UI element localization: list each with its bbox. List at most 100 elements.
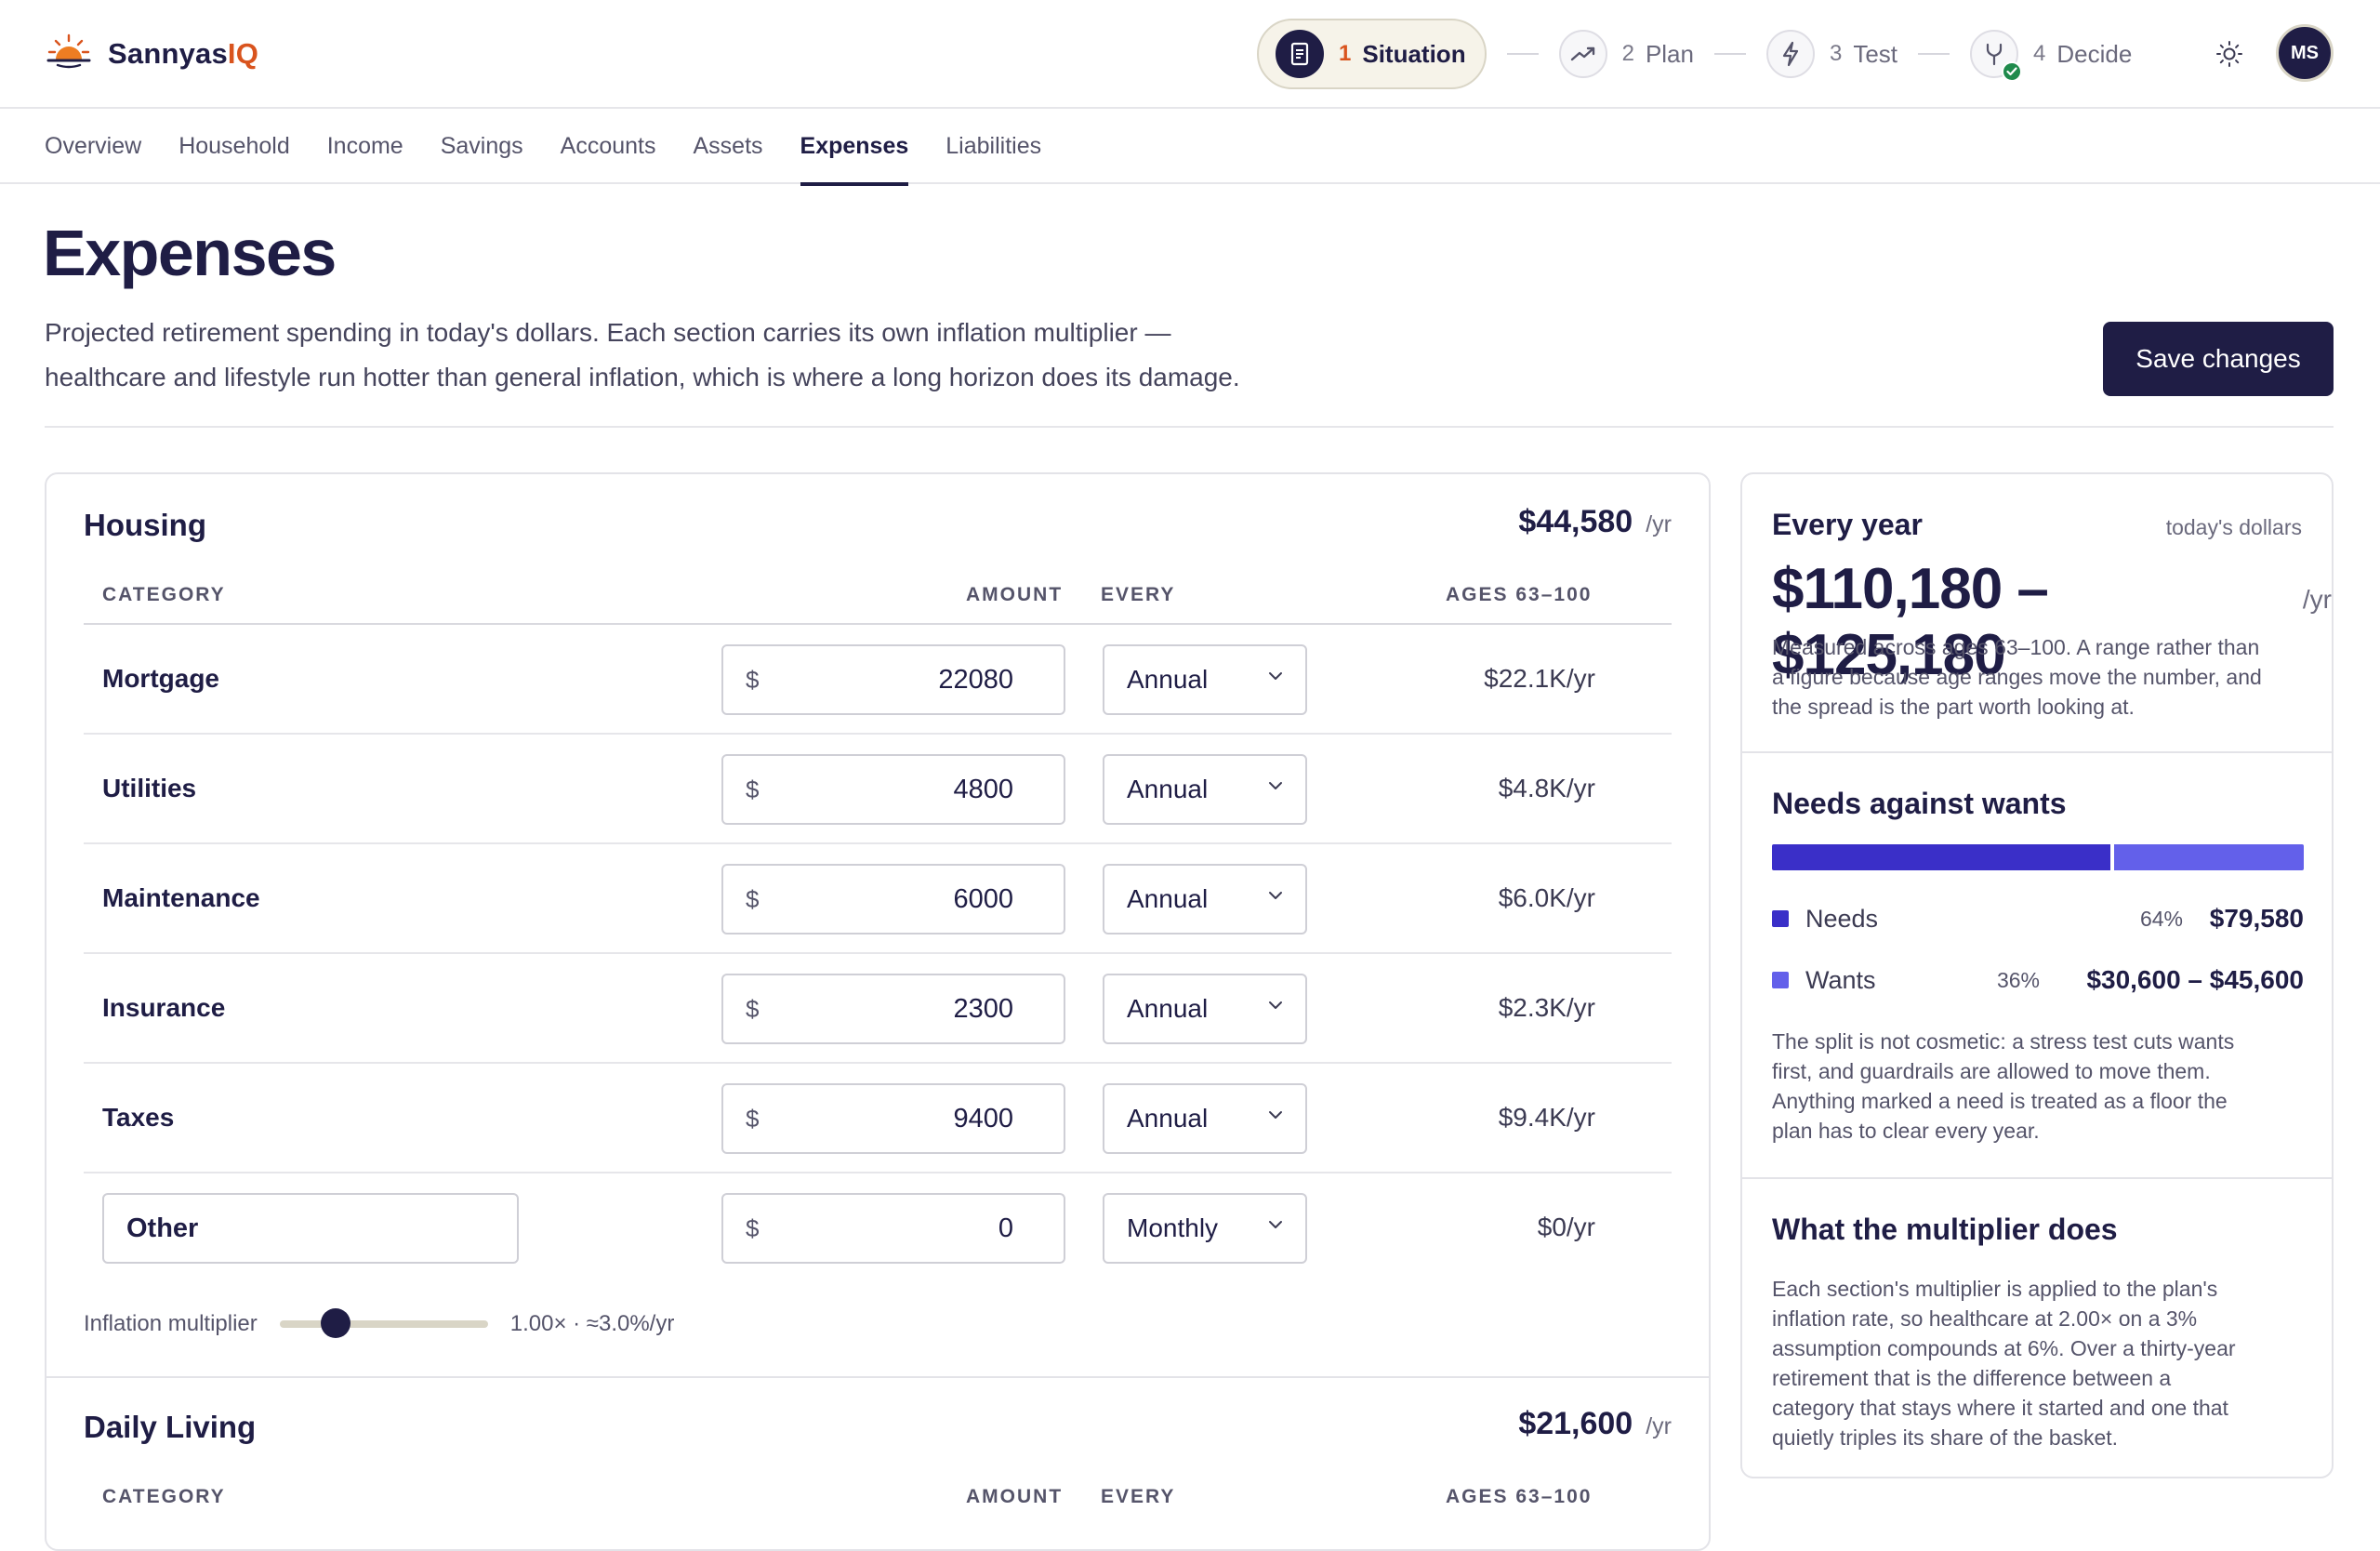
annual-projection: $22.1K/yr [1484, 664, 1595, 693]
annual-projection: $9.4K/yr [1498, 1103, 1595, 1132]
expense-row: Maintenance $ Annual $6.0K/yr [84, 844, 1672, 954]
amount-field[interactable]: $ [721, 974, 1065, 1044]
annual-projection: $2.3K/yr [1498, 993, 1595, 1022]
multiplier-title: What the multiplier does [1772, 1213, 2118, 1246]
expense-row: Taxes $ Annual $9.4K/yr [84, 1064, 1672, 1173]
needs-wants-bar [1772, 844, 2304, 870]
summary-title: Every year [1772, 508, 1923, 541]
amount-input[interactable] [779, 1208, 1013, 1249]
fork-icon [1970, 30, 2023, 82]
tab-household[interactable]: Household [178, 109, 290, 184]
tab-overview[interactable]: Overview [45, 109, 141, 184]
inflation-multiplier: Inflation multiplier 1.00× · ≈3.0%/yr [84, 1306, 674, 1343]
currency-symbol: $ [746, 1213, 760, 1242]
amount-input[interactable] [779, 879, 1013, 920]
amount-field[interactable]: $ [721, 644, 1065, 715]
category-label: Maintenance [102, 883, 260, 912]
lightning-icon [1765, 30, 1815, 78]
category-label: Insurance [102, 993, 226, 1022]
section-divider [46, 1376, 1709, 1378]
avatar[interactable]: MS [2276, 24, 2334, 82]
frequency-select[interactable]: Annual [1103, 1083, 1307, 1154]
wants-swatch [1772, 972, 1789, 988]
tab-savings[interactable]: Savings [441, 109, 523, 184]
chevron-down-icon [1268, 669, 1283, 685]
slider-thumb[interactable] [320, 1308, 350, 1338]
divider [45, 426, 2334, 428]
legend-percent: 64% [2139, 906, 2183, 931]
summary-card: Every year today's dollars $110,180 – $1… [1740, 472, 2334, 1478]
inflation-slider[interactable] [279, 1308, 488, 1338]
needs-swatch [1772, 910, 1789, 927]
frequency-select[interactable]: Annual [1103, 864, 1307, 935]
tab-assets[interactable]: Assets [694, 109, 763, 184]
chevron-down-icon [1268, 888, 1283, 905]
divider [1742, 751, 2332, 753]
tab-liabilities[interactable]: Liabilities [945, 109, 1041, 184]
column-header-ages: AGES 63–100 [1446, 1486, 1593, 1507]
annual-projection: $0/yr [1537, 1213, 1595, 1241]
chevron-down-icon [1268, 1107, 1283, 1124]
step-number: 3 [1829, 41, 1843, 66]
step-situation[interactable]: 1 Situation [1257, 19, 1487, 89]
frequency-value: Monthly [1127, 1213, 1219, 1242]
column-header-every: EVERY [1101, 584, 1176, 605]
multiplier-description: Each section's multiplier is applied to … [1772, 1277, 2236, 1450]
amount-input[interactable] [779, 659, 1013, 700]
column-header-category: CATEGORY [102, 584, 226, 605]
section-title: Daily Living [84, 1410, 257, 1444]
needs-bar-segment [1772, 844, 2110, 870]
sunrise-logo-icon [46, 33, 91, 69]
expense-row: Utilities $ Annual $4.8K/yr [84, 735, 1672, 844]
tab-expenses[interactable]: Expenses [800, 109, 908, 186]
currency-symbol: $ [746, 994, 760, 1023]
amount-field[interactable]: $ [721, 1193, 1065, 1264]
amount-field[interactable]: $ [721, 1083, 1065, 1154]
step-label: Decide [2056, 39, 2133, 68]
check-icon [2002, 61, 2023, 82]
needs-wants-description: The split is not cosmetic: a stress test… [1772, 1029, 2235, 1143]
step-test[interactable]: 3 Test [1765, 19, 1897, 89]
step-number: 1 [1339, 41, 1352, 66]
save-button[interactable]: Save changes [2103, 322, 2334, 396]
frequency-select[interactable]: Monthly [1103, 1193, 1307, 1264]
trend-up-icon [1558, 30, 1607, 78]
frequency-value: Annual [1127, 994, 1209, 1023]
amount-field[interactable]: $ [721, 864, 1065, 935]
section-total: $21,600/yr [1518, 1406, 1672, 1441]
step-decide[interactable]: 4 Decide [1970, 19, 2132, 89]
frequency-select[interactable]: Annual [1103, 974, 1307, 1044]
category-label: Taxes [102, 1103, 175, 1132]
amount-input[interactable] [779, 769, 1013, 810]
section-tabs: Overview Household Income Savings Accounts As… [0, 109, 2380, 186]
legend-label: Wants [1805, 965, 1876, 994]
divider [1742, 1177, 2332, 1179]
category-name-input[interactable] [102, 1193, 519, 1264]
step-plan[interactable]: 2 Plan [1558, 19, 1694, 89]
step-connector [1918, 53, 1950, 55]
expense-row: Mortgage $ Annual $22.1K/yr [84, 625, 1672, 735]
legend-label: Needs [1805, 904, 1879, 933]
tab-accounts[interactable]: Accounts [561, 109, 656, 184]
expenses-card: Housing $44,580/yr CATEGORY AMOUNT EVERY… [45, 472, 1711, 1551]
step-connector [1713, 53, 1746, 55]
amount-input[interactable] [779, 988, 1013, 1029]
brand[interactable]: SannyasIQ [45, 26, 258, 82]
top-bar: SannyasIQ 1 Situation 2 Plan 3 Test 4 De… [0, 0, 2380, 109]
frequency-select[interactable]: Annual [1103, 644, 1307, 715]
currency-symbol: $ [746, 665, 760, 694]
legend-amount: $79,580 [2209, 904, 2304, 933]
frequency-value: Annual [1127, 775, 1209, 803]
sun-icon[interactable] [2211, 35, 2248, 73]
amount-input[interactable] [779, 1098, 1013, 1139]
frequency-select[interactable]: Annual [1103, 754, 1307, 825]
frequency-value: Annual [1127, 665, 1209, 694]
annual-projection: $4.8K/yr [1498, 774, 1595, 802]
currency-symbol: $ [746, 1104, 760, 1133]
chevron-down-icon [1268, 998, 1283, 1014]
step-number: 4 [2033, 41, 2046, 66]
document-icon [1276, 30, 1324, 78]
amount-field[interactable]: $ [721, 754, 1065, 825]
column-header-ages: AGES 63–100 [1446, 584, 1593, 605]
tab-income[interactable]: Income [327, 109, 403, 184]
